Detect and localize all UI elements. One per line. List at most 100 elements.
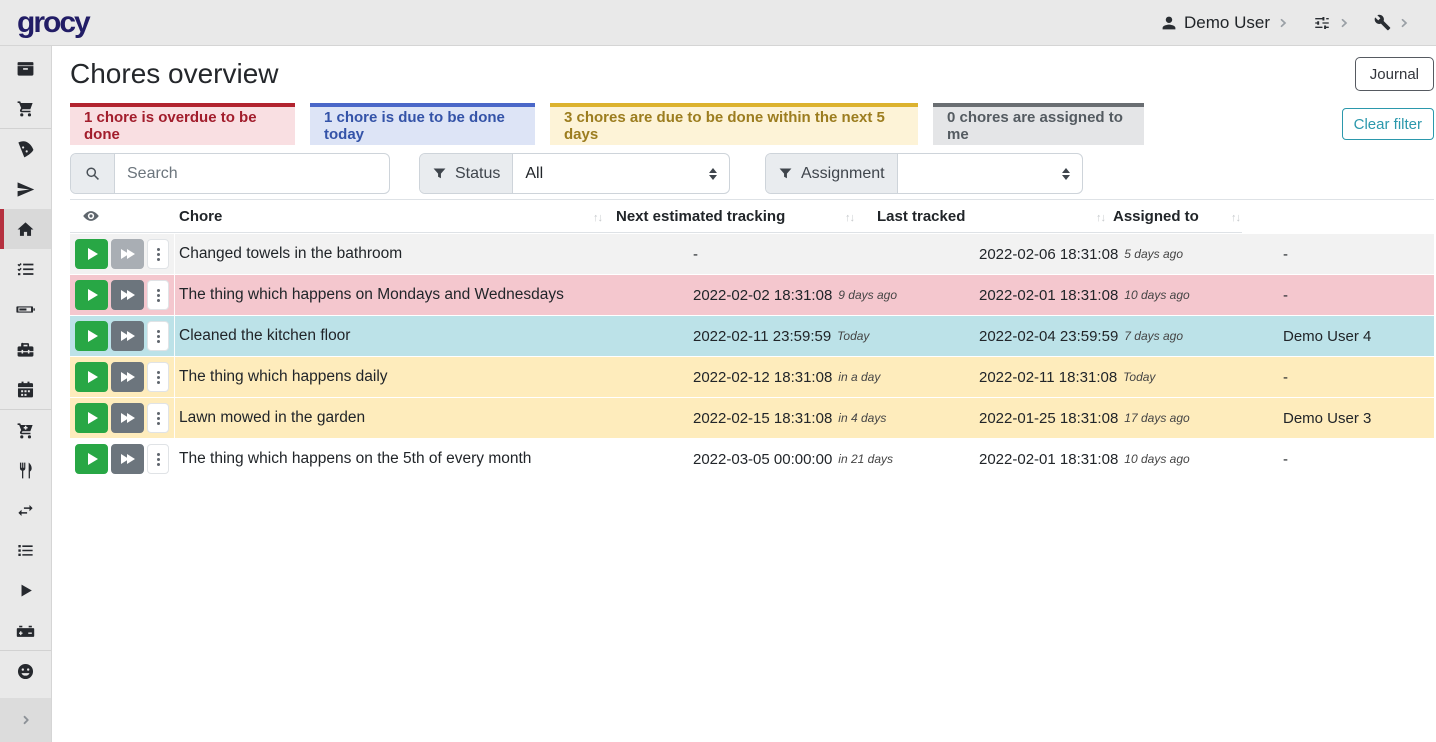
fast-forward-icon xyxy=(121,413,135,423)
assignment-select[interactable] xyxy=(898,154,1082,193)
sidebar-item-transfer[interactable] xyxy=(0,490,51,530)
row-menu-button[interactable] xyxy=(147,239,169,269)
chevron-right-icon xyxy=(1277,17,1289,29)
card-assigned-to-me[interactable]: 0 chores are assigned to me xyxy=(933,103,1144,145)
sidebar-item-calendar[interactable] xyxy=(0,369,51,409)
summary-cards: 1 chore is overdue to be done 1 chore is… xyxy=(70,103,1434,145)
status-select[interactable]: All xyxy=(513,154,729,193)
assignment-filter-group: Assignment xyxy=(765,153,1083,194)
sidebar-item-batteries-overview[interactable] xyxy=(0,289,51,329)
box-icon xyxy=(16,59,35,78)
ellipsis-icon xyxy=(157,458,160,461)
column-header-next-tracking[interactable]: Next estimated tracking xyxy=(610,200,858,233)
clear-filter-button[interactable]: Clear filter xyxy=(1342,108,1434,140)
last-tracked-time: 2022-02-11 18:31:08 xyxy=(979,369,1117,386)
sidebar-item-recipes[interactable] xyxy=(0,129,51,169)
table-row: The thing which happens on the 5th of ev… xyxy=(70,438,1434,479)
battery-icon xyxy=(16,300,35,319)
last-tracked-time: 2022-02-01 18:31:08 xyxy=(979,287,1118,304)
search-input[interactable] xyxy=(115,154,389,193)
skip-chore-button[interactable] xyxy=(111,444,144,474)
card-overdue[interactable]: 1 chore is overdue to be done xyxy=(70,103,295,145)
sidebar-item-inventory[interactable] xyxy=(0,530,51,570)
search-icon xyxy=(71,154,115,193)
row-menu-button[interactable] xyxy=(147,362,169,392)
status-filter-group: Status All xyxy=(419,153,730,194)
assigned-to: - xyxy=(1275,357,1434,397)
ellipsis-icon xyxy=(157,294,160,297)
next-tracking-time: - xyxy=(693,246,698,263)
next-tracking-time: 2022-02-12 18:31:08 xyxy=(693,369,832,386)
sidebar-item-meal-plan[interactable] xyxy=(0,169,51,209)
sort-icon xyxy=(593,208,602,225)
ellipsis-icon xyxy=(157,335,160,338)
sidebar-item-tasks[interactable] xyxy=(0,249,51,289)
user-name: Demo User xyxy=(1184,13,1270,33)
sidebar-item-equipment[interactable] xyxy=(0,329,51,369)
sidebar-item-chore-tracking[interactable] xyxy=(0,570,51,610)
sidebar-item-feedback[interactable] xyxy=(0,651,51,691)
settings-menu[interactable] xyxy=(1374,14,1410,31)
track-chore-button[interactable] xyxy=(75,444,108,474)
track-chore-button[interactable] xyxy=(75,321,108,351)
sidebar-item-battery-tracking[interactable] xyxy=(0,610,51,650)
track-chore-button[interactable] xyxy=(75,403,108,433)
sidebar-item-stock-overview[interactable] xyxy=(0,48,51,88)
next-tracking-relative: 9 days ago xyxy=(838,288,897,302)
skip-chore-button[interactable] xyxy=(111,321,144,351)
filter-icon xyxy=(432,166,447,181)
play-icon xyxy=(88,330,98,342)
table-row: Lawn mowed in the garden 2022-02-15 18:3… xyxy=(70,397,1434,438)
grocy-logo[interactable]: grocy xyxy=(17,8,89,38)
user-menu[interactable]: Demo User xyxy=(1161,13,1289,33)
row-menu-button[interactable] xyxy=(147,444,169,474)
last-tracked-time: 2022-02-06 18:31:08 xyxy=(979,246,1118,263)
list-icon xyxy=(16,541,35,560)
status-select-value: All xyxy=(525,165,543,183)
skip-chore-button[interactable] xyxy=(111,403,144,433)
play-icon xyxy=(88,248,98,260)
track-chore-button[interactable] xyxy=(75,280,108,310)
user-icon xyxy=(1161,15,1177,31)
exchange-icon xyxy=(16,501,35,520)
top-navbar: grocy Demo User xyxy=(0,0,1436,46)
skip-chore-button[interactable] xyxy=(111,280,144,310)
chore-name: Cleaned the kitchen floor xyxy=(175,316,685,356)
sidebar-item-shopping-list[interactable] xyxy=(0,88,51,128)
row-actions xyxy=(70,275,175,315)
card-due-today[interactable]: 1 chore is due to be done today xyxy=(310,103,535,145)
track-chore-button[interactable] xyxy=(75,362,108,392)
track-chore-button[interactable] xyxy=(75,239,108,269)
row-menu-button[interactable] xyxy=(147,403,169,433)
paper-plane-icon xyxy=(16,180,35,199)
manage-data-menu[interactable] xyxy=(1313,14,1350,32)
row-menu-button[interactable] xyxy=(147,321,169,351)
last-tracked-relative: 5 days ago xyxy=(1124,247,1183,261)
select-caret-icon xyxy=(709,168,717,180)
sidebar-expand-toggle[interactable] xyxy=(0,698,51,742)
row-menu-button[interactable] xyxy=(147,280,169,310)
row-actions xyxy=(70,398,175,438)
column-visibility-button[interactable] xyxy=(70,200,175,233)
column-header-chore[interactable]: Chore xyxy=(175,200,610,233)
chevron-right-icon xyxy=(19,713,33,727)
card-due-soon[interactable]: 3 chores are due to be done within the n… xyxy=(550,103,918,145)
select-caret-icon xyxy=(1062,168,1070,180)
sidebar-item-purchase[interactable] xyxy=(0,410,51,450)
last-tracked-relative: Today xyxy=(1123,370,1155,384)
chevron-right-icon xyxy=(1398,17,1410,29)
column-header-assigned-to[interactable]: Assigned to xyxy=(1110,200,1242,233)
row-actions xyxy=(70,234,175,274)
sidebar-item-chores-overview[interactable] xyxy=(0,209,51,249)
tasks-icon xyxy=(16,260,35,279)
column-header-last-tracked[interactable]: Last tracked xyxy=(858,200,1110,233)
chore-name: Changed towels in the bathroom xyxy=(175,234,685,274)
skip-chore-button[interactable] xyxy=(111,239,144,269)
chore-name: The thing which happens daily xyxy=(175,357,685,397)
play-icon xyxy=(88,289,98,301)
assigned-to: - xyxy=(1275,275,1434,315)
journal-button[interactable]: Journal xyxy=(1355,57,1434,91)
skip-chore-button[interactable] xyxy=(111,362,144,392)
chore-name: The thing which happens on the 5th of ev… xyxy=(175,439,685,479)
sidebar-item-consume[interactable] xyxy=(0,450,51,490)
